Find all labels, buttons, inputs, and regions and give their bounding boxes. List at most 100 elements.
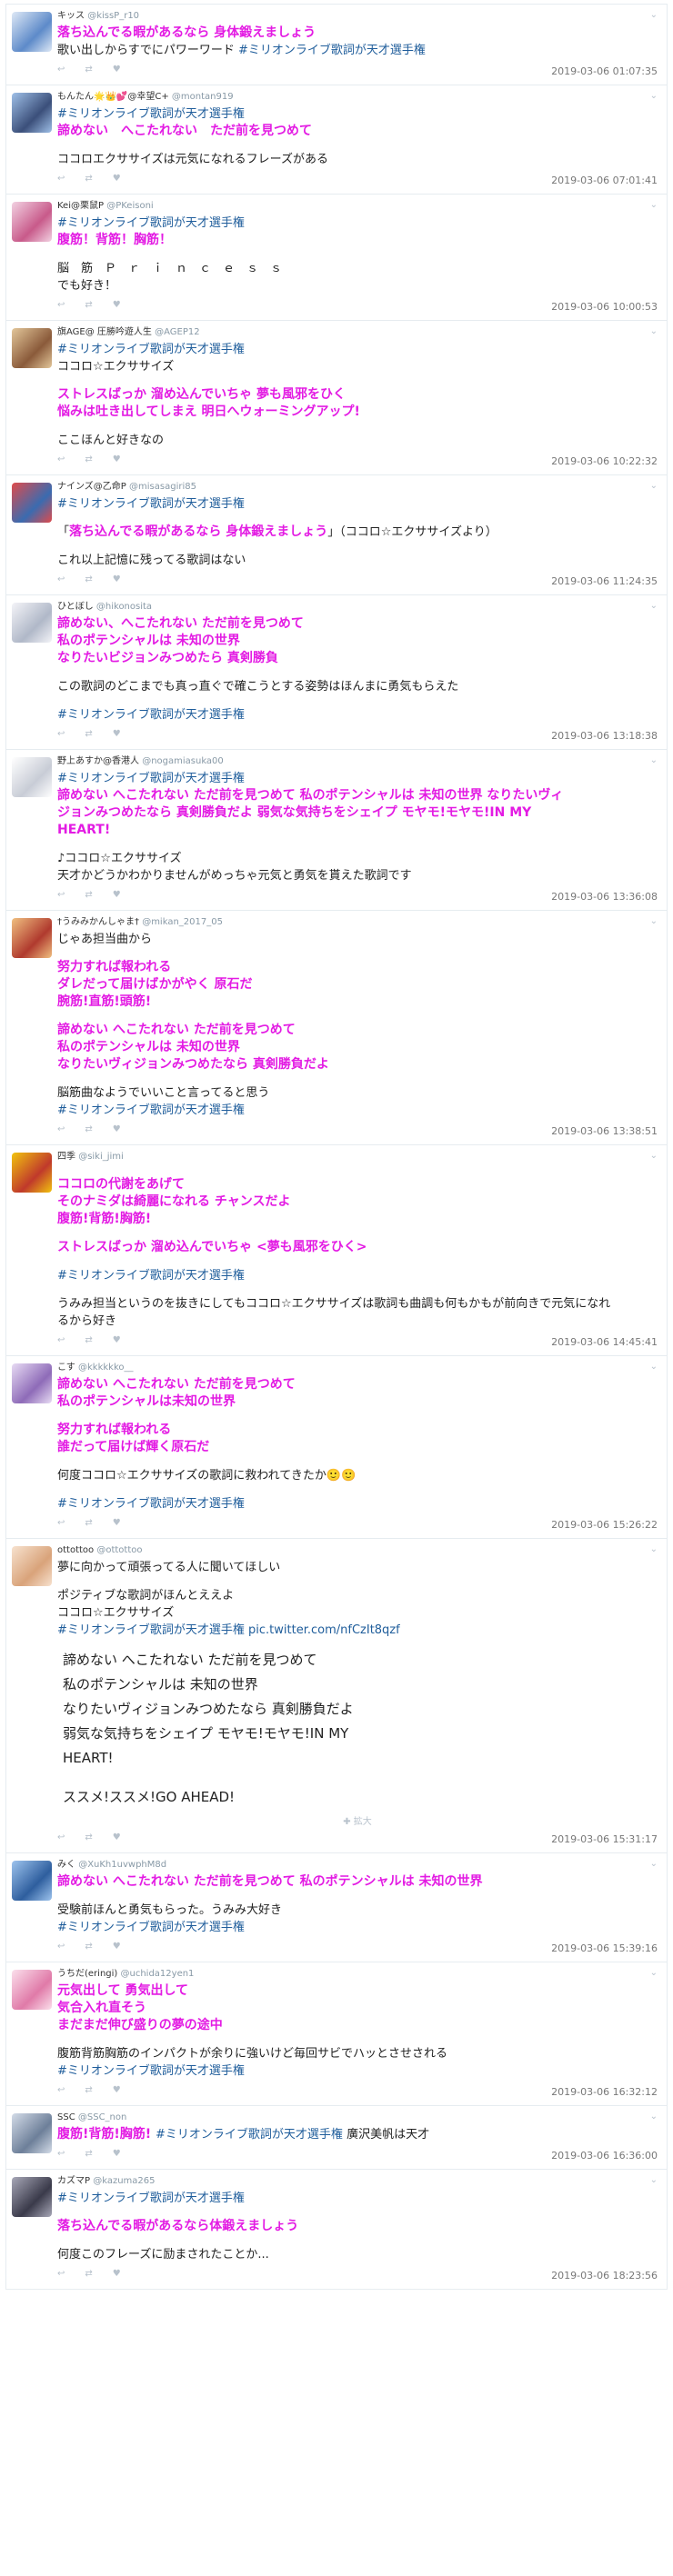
like-icon[interactable]: ♥ xyxy=(113,1942,121,1952)
avatar[interactable] xyxy=(12,12,52,52)
avatar[interactable] xyxy=(12,1546,52,1586)
tweet-timestamp[interactable]: 2019-03-06 01:07:35 xyxy=(551,65,658,77)
user-name[interactable]: うちだ(eringi) xyxy=(57,1969,117,1979)
hashtag-link[interactable]: #ミリオンライブ歌詞が天才選手権 xyxy=(57,1623,248,1637)
like-icon[interactable]: ♥ xyxy=(113,454,121,464)
tweet-timestamp[interactable]: 2019-03-06 07:01:41 xyxy=(551,175,658,186)
chevron-down-icon[interactable]: ⌄ xyxy=(650,601,658,611)
like-icon[interactable]: ♥ xyxy=(113,65,121,75)
hashtag-link[interactable]: #ミリオンライブ歌詞が天才選手権 xyxy=(57,2190,658,2207)
retweet-icon[interactable]: ⇄ xyxy=(85,300,92,310)
like-icon[interactable]: ♥ xyxy=(113,1832,121,1842)
hashtag-link[interactable]: #ミリオンライブ歌詞が天才選手権 xyxy=(57,1267,658,1284)
reply-icon[interactable]: ↩ xyxy=(57,174,65,184)
chevron-down-icon[interactable]: ⌄ xyxy=(650,1362,658,1372)
avatar[interactable] xyxy=(12,757,52,797)
hashtag-link[interactable]: #ミリオンライブ歌詞が天才選手権 xyxy=(57,495,658,513)
user-name[interactable]: 野上あすか@香港人 xyxy=(57,756,139,766)
tweet-timestamp[interactable]: 2019-03-06 18:23:56 xyxy=(551,2270,658,2281)
hashtag-link[interactable]: #ミリオンライブ歌詞が天才選手権 xyxy=(57,341,658,358)
tweet-timestamp[interactable]: 2019-03-06 10:22:32 xyxy=(551,455,658,467)
user-name[interactable]: †うみみかんしゃま† xyxy=(57,917,139,927)
retweet-icon[interactable]: ⇄ xyxy=(85,729,92,739)
attached-image[interactable]: 諦めない へこたれない ただ前を見つめて 私のポテンシャルは 未知の世界 なりたいヴ… xyxy=(63,1648,658,1810)
reply-icon[interactable]: ↩ xyxy=(57,454,65,464)
user-name[interactable]: キッス xyxy=(57,11,85,21)
user-handle[interactable]: @mikan_2017_05 xyxy=(142,917,223,927)
reply-icon[interactable]: ↩ xyxy=(57,1335,65,1345)
tweet-timestamp[interactable]: 2019-03-06 13:18:38 xyxy=(551,730,658,742)
retweet-icon[interactable]: ⇄ xyxy=(85,1124,92,1134)
reply-icon[interactable]: ↩ xyxy=(57,1518,65,1528)
user-name[interactable]: もんたん🌟👑💕@幸望C+ xyxy=(57,92,169,102)
retweet-icon[interactable]: ⇄ xyxy=(85,1335,92,1345)
user-handle[interactable]: @hikonosita xyxy=(96,602,152,612)
hashtag-link[interactable]: #ミリオンライブ歌詞が天才選手権 xyxy=(57,706,658,724)
expand-image-link[interactable]: ✚ 拡大 xyxy=(57,1813,658,1827)
reply-icon[interactable]: ↩ xyxy=(57,2149,65,2159)
tweet-timestamp[interactable]: 2019-03-06 11:24:35 xyxy=(551,575,658,587)
user-handle[interactable]: @ottottoo xyxy=(96,1545,142,1555)
user-handle[interactable]: @XuKh1uvwphM8d xyxy=(78,1860,166,1870)
like-icon[interactable]: ♥ xyxy=(113,1518,121,1528)
like-icon[interactable]: ♥ xyxy=(113,1335,121,1345)
tweet-timestamp[interactable]: 2019-03-06 16:36:00 xyxy=(551,2150,658,2162)
hashtag-link[interactable]: #ミリオンライブ歌詞が天才選手権 xyxy=(57,770,658,787)
hashtag-link[interactable]: #ミリオンライブ歌詞が天才選手権 xyxy=(156,2128,343,2142)
user-handle[interactable]: @nogamiasuka00 xyxy=(142,756,224,766)
tweet-timestamp[interactable]: 2019-03-06 14:45:41 xyxy=(551,1336,658,1348)
avatar[interactable] xyxy=(12,93,52,133)
retweet-icon[interactable]: ⇄ xyxy=(85,65,92,75)
user-handle[interactable]: @PKeisoni xyxy=(106,201,153,211)
chevron-down-icon[interactable]: ⌄ xyxy=(650,2112,658,2122)
avatar[interactable] xyxy=(12,1363,52,1403)
like-icon[interactable]: ♥ xyxy=(113,574,121,584)
user-name[interactable]: Kei@栗鼠P xyxy=(57,201,104,211)
user-name[interactable]: こす xyxy=(57,1363,75,1373)
chevron-down-icon[interactable]: ⌄ xyxy=(650,755,658,765)
reply-icon[interactable]: ↩ xyxy=(57,890,65,900)
avatar[interactable] xyxy=(12,202,52,242)
reply-icon[interactable]: ↩ xyxy=(57,1832,65,1842)
chevron-down-icon[interactable]: ⌄ xyxy=(650,200,658,210)
user-handle[interactable]: @montan919 xyxy=(172,92,234,102)
user-name[interactable]: ひとぼし xyxy=(57,602,94,612)
user-handle[interactable]: @kazuma265 xyxy=(93,2176,155,2186)
user-name[interactable]: 旗AGE@ 圧勝吟遊人生 xyxy=(57,327,152,337)
user-handle[interactable]: @SSC_non xyxy=(78,2112,126,2122)
reply-icon[interactable]: ↩ xyxy=(57,729,65,739)
hashtag-link[interactable]: #ミリオンライブ歌詞が天才選手権 xyxy=(57,1102,658,1119)
like-icon[interactable]: ♥ xyxy=(113,2269,121,2279)
user-handle[interactable]: @kissP_r10 xyxy=(87,11,139,21)
avatar[interactable] xyxy=(12,2113,52,2153)
like-icon[interactable]: ♥ xyxy=(113,890,121,900)
chevron-down-icon[interactable]: ⌄ xyxy=(650,326,658,336)
reply-icon[interactable]: ↩ xyxy=(57,2085,65,2095)
retweet-icon[interactable]: ⇄ xyxy=(85,1832,92,1842)
user-name[interactable]: ottottoo xyxy=(57,1545,94,1555)
chevron-down-icon[interactable]: ⌄ xyxy=(650,916,658,926)
retweet-icon[interactable]: ⇄ xyxy=(85,2149,92,2159)
like-icon[interactable]: ♥ xyxy=(113,1124,121,1134)
user-name[interactable]: SSC xyxy=(57,2112,75,2122)
reply-icon[interactable]: ↩ xyxy=(57,1942,65,1952)
user-name[interactable]: カズマP xyxy=(57,2176,90,2186)
chevron-down-icon[interactable]: ⌄ xyxy=(650,10,658,20)
chevron-down-icon[interactable]: ⌄ xyxy=(650,91,658,101)
avatar[interactable] xyxy=(12,2177,52,2217)
retweet-icon[interactable]: ⇄ xyxy=(85,574,92,584)
avatar[interactable] xyxy=(12,1861,52,1901)
tweet-timestamp[interactable]: 2019-03-06 15:26:22 xyxy=(551,1519,658,1531)
avatar[interactable] xyxy=(12,918,52,958)
like-icon[interactable]: ♥ xyxy=(113,2149,121,2159)
like-icon[interactable]: ♥ xyxy=(113,2085,121,2095)
hashtag-link[interactable]: pic.twitter.com/nfCzIt8qzf xyxy=(248,1623,400,1637)
user-handle[interactable]: @uchida12yen1 xyxy=(121,1969,195,1979)
chevron-down-icon[interactable]: ⌄ xyxy=(650,1151,658,1161)
avatar[interactable] xyxy=(12,483,52,523)
reply-icon[interactable]: ↩ xyxy=(57,300,65,310)
tweet-timestamp[interactable]: 2019-03-06 15:31:17 xyxy=(551,1833,658,1845)
avatar[interactable] xyxy=(12,603,52,643)
tweet-timestamp[interactable]: 2019-03-06 16:32:12 xyxy=(551,2086,658,2098)
chevron-down-icon[interactable]: ⌄ xyxy=(650,1544,658,1554)
